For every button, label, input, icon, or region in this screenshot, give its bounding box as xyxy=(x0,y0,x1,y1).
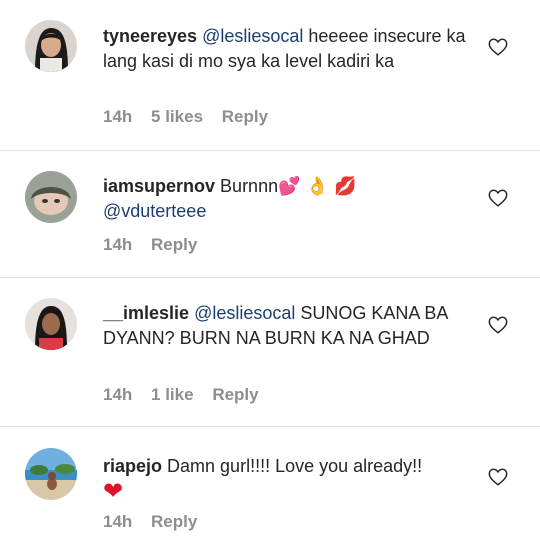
comment-time: 14h xyxy=(103,235,133,254)
avatar[interactable] xyxy=(25,298,77,350)
comment-text: __imleslie @lesliesocal SUNOG KANA BA DY… xyxy=(103,301,478,351)
comment-content: Damn gurl!!!! Love you already!! xyxy=(162,456,423,476)
comment-mention[interactable]: @lesliesocal xyxy=(194,303,295,323)
comment-mention[interactable]: @vduterteee xyxy=(103,201,206,221)
heart-outline-icon[interactable] xyxy=(487,36,509,58)
comment-meta: 14h Reply xyxy=(103,235,211,255)
comments-list: tyneereyes @lesliesocal heeeee insecure … xyxy=(0,0,540,536)
heart-outline-icon[interactable] xyxy=(487,466,509,488)
comment-username[interactable]: riapejo xyxy=(103,456,162,476)
comment-likes[interactable]: 1 like xyxy=(151,385,194,405)
reply-button[interactable]: Reply xyxy=(151,512,197,532)
comment-item: __imleslie @lesliesocal SUNOG KANA BA DY… xyxy=(0,277,540,427)
comment-text: riapejo Damn gurl!!!! Love you already!!… xyxy=(103,454,478,506)
comment-username[interactable]: tyneereyes xyxy=(103,26,197,46)
comment-username[interactable]: __imleslie xyxy=(103,303,189,323)
comment-text: iamsupernov Burnnn💕 👌 💋 @vduterteee xyxy=(103,174,478,224)
comment-username[interactable]: iamsupernov xyxy=(103,176,215,196)
heart-emoji: ❤ xyxy=(103,477,124,505)
comment-text: tyneereyes @lesliesocal heeeee insecure … xyxy=(103,24,478,74)
reply-button[interactable]: Reply xyxy=(222,107,268,127)
comment-meta: 14h 1 like Reply xyxy=(103,385,273,405)
heart-outline-icon[interactable] xyxy=(487,187,509,209)
comment-mention[interactable]: @lesliesocal xyxy=(202,26,303,46)
comment-likes[interactable]: 5 likes xyxy=(151,107,203,127)
reply-button[interactable]: Reply xyxy=(151,235,197,255)
comment-time: 14h xyxy=(103,107,133,126)
comment-emojis: 💕 👌 💋 xyxy=(278,176,357,197)
comment-item: riapejo Damn gurl!!!! Love you already!!… xyxy=(0,426,540,536)
reply-button[interactable]: Reply xyxy=(212,385,258,405)
comment-item: iamsupernov Burnnn💕 👌 💋 @vduterteee 14h … xyxy=(0,150,540,278)
comment-time: 14h xyxy=(103,385,133,404)
avatar[interactable] xyxy=(25,448,77,500)
comment-content: Burnnn xyxy=(215,176,279,196)
heart-outline-icon[interactable] xyxy=(487,314,509,336)
avatar[interactable] xyxy=(25,20,77,72)
comment-meta: 14h 5 likes Reply xyxy=(103,107,282,127)
comment-meta: 14h Reply xyxy=(103,512,211,532)
comment-time: 14h xyxy=(103,512,133,531)
comment-item: tyneereyes @lesliesocal heeeee insecure … xyxy=(0,0,540,151)
avatar[interactable] xyxy=(25,171,77,223)
